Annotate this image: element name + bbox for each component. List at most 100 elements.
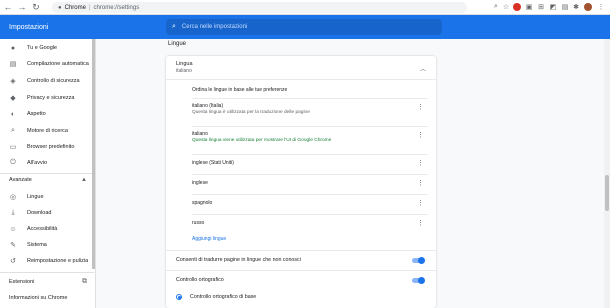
list-item: italiano Questa lingua viene utilizzata … [192, 126, 428, 148]
more-actions-icon[interactable]: ⋮ [417, 131, 424, 139]
translate-toggle[interactable] [412, 256, 425, 264]
sidebar-item-extensions[interactable]: Estensioni ⧉ [9, 278, 87, 286]
sidebar-item-label: Reimpostazione e pulizia [27, 258, 89, 264]
language-name: inglese [192, 180, 208, 186]
sidebar-item-reset[interactable]: ↺ Reimpostazione e pulizia [0, 254, 90, 268]
sidebar-item-search-engine[interactable]: ⌕ Motore di ricerca [0, 124, 90, 138]
menu-kebab-icon[interactable]: ⋮ [596, 2, 606, 12]
sidebar-item-label: Controllo di sicurezza [27, 78, 80, 84]
sidebar-item-privacy[interactable]: ◆ Privacy e sicurezza [0, 91, 90, 105]
more-actions-icon[interactable]: ⋮ [417, 219, 424, 227]
bookmark-star-icon[interactable]: ☆ [501, 2, 511, 12]
basic-spellcheck-label: Controllo ortografico di base [190, 294, 257, 300]
address-bar[interactable]: ● Chrome | chrome://settings [52, 2, 467, 13]
language-description: Questa lingua è utilizzata per la traduz… [192, 110, 310, 115]
radio-dot [177, 295, 181, 299]
more-actions-icon[interactable]: ⋮ [417, 103, 424, 111]
radio-button-selected[interactable] [176, 294, 182, 300]
external-link-icon: ⧉ [82, 278, 87, 285]
sidebar-item-on-startup[interactable]: ⏻ All'avvio [0, 156, 90, 170]
sidebar-item-accessibility[interactable]: ☺ Accessibilità [0, 222, 90, 236]
translate-label: Consenti di tradurre pagine in lingue ch… [176, 257, 301, 263]
spellcheck-setting-row: Controllo ortografico [166, 270, 436, 290]
sidebar-item-about[interactable]: Informazioni su Chrome [9, 295, 87, 301]
extension-icon-3[interactable]: ◩ [548, 2, 558, 12]
reload-icon[interactable]: ↻ [30, 1, 42, 13]
search-input[interactable]: Cerca nelle impostazioni [182, 24, 247, 30]
list-item: inglese (Stati Uniti) ⋮ [192, 154, 428, 174]
basic-spellcheck-row: Controllo ortografico di base [166, 294, 436, 306]
sidebar-item-you-and-google[interactable]: ● Tu e Google [0, 41, 90, 55]
list-item: spagnolo ⋮ [192, 194, 428, 214]
privacy-shield-icon: ◆ [10, 95, 16, 102]
chevron-up-icon[interactable]: ︿ [420, 64, 426, 73]
extensions-puzzle-icon[interactable]: ✱ [571, 2, 581, 12]
sidebar-advanced-toggle[interactable]: Avanzate ▲ [9, 177, 87, 183]
sidebar-divider [0, 173, 94, 174]
forward-icon[interactable]: → [16, 1, 28, 13]
scrollbar-thumb[interactable] [605, 175, 609, 211]
page-scrollbar[interactable] [604, 39, 610, 308]
extension-icon-2[interactable]: ⊞ [536, 2, 546, 12]
sidebar-item-label: Sistema [27, 242, 47, 248]
sidebar-item-label: Privacy e sicurezza [27, 95, 75, 101]
language-description: Questa lingua viene utilizzata per mostr… [192, 138, 332, 143]
settings-search[interactable]: ⌕ Cerca nelle impostazioni [166, 19, 442, 35]
list-item: inglese ⋮ [192, 174, 428, 194]
avatar[interactable] [583, 2, 593, 12]
tab-label: Chrome [64, 4, 86, 11]
spellcheck-toggle[interactable] [412, 276, 425, 284]
sidebar: ● Tu e Google ▤ Compilazione automatica … [0, 39, 96, 308]
toggle-knob [418, 276, 425, 284]
sidebar-item-label: All'avvio [27, 160, 48, 166]
more-actions-icon[interactable]: ⋮ [417, 179, 424, 187]
more-actions-icon[interactable]: ⋮ [417, 159, 424, 167]
browser-toolbar: ← → ↻ ● Chrome | chrome://settings ⌕ ☆ ▣… [0, 0, 610, 15]
sidebar-extensions-label: Estensioni [9, 279, 35, 285]
more-actions-icon[interactable]: ⋮ [417, 199, 424, 207]
add-languages-link[interactable]: Aggiungi lingue [192, 236, 226, 242]
sidebar-scrollbar[interactable] [92, 39, 95, 269]
sidebar-item-languages[interactable]: ◎ Lingue [0, 190, 90, 204]
person-icon: ● [10, 44, 16, 52]
basic-spellcheck-option[interactable]: Controllo ortografico di base [176, 294, 256, 300]
sidebar-item-system[interactable]: ✎ Sistema [0, 238, 90, 252]
site-info-icon[interactable]: ● [58, 5, 62, 11]
extension-icon-1[interactable]: ▣ [524, 2, 534, 12]
zoom-icon[interactable]: ⌕ [491, 2, 501, 12]
palette-icon: ◐ [10, 110, 16, 118]
power-icon: ⏻ [10, 159, 16, 166]
clipboard-icon: ▤ [9, 61, 17, 68]
sidebar-about-label: Informazioni su Chrome [9, 295, 68, 301]
back-icon[interactable]: ← [2, 1, 14, 13]
download-icon: ⤓ [11, 209, 15, 216]
sidebar-item-label: Download [27, 210, 52, 216]
language-expander[interactable]: Lingua italiano ︿ [166, 56, 436, 80]
sidebar-item-appearance[interactable]: ◐ Aspetto [0, 107, 90, 121]
section-title: Lingue [168, 41, 187, 47]
sidebar-item-label: Motore di ricerca [27, 128, 68, 134]
language-name: italiano [192, 131, 208, 137]
language-name: italiano (Italia) [192, 103, 224, 109]
sidebar-divider [0, 272, 94, 273]
reset-icon: ↺ [10, 258, 16, 265]
sidebar-item-default-browser[interactable]: ▭ Browser predefinito [0, 140, 90, 154]
translate-setting-row: Consenti di tradurre pagine in lingue ch… [166, 250, 436, 270]
sidebar-item-label: Accessibilità [27, 226, 58, 232]
shield-icon: ◈ [10, 78, 16, 85]
url-separator: | [88, 4, 91, 11]
url-text: chrome://settings [93, 4, 140, 11]
order-languages-label: Ordina le lingue in base alle tue prefer… [192, 87, 288, 93]
language-name: russo [192, 220, 205, 226]
extension-icon-4[interactable]: ▤ [560, 2, 570, 12]
list-item: russo ⋮ [192, 214, 428, 234]
sidebar-item-autofill[interactable]: ▤ Compilazione automatica [0, 57, 90, 71]
accessibility-icon: ☺ [9, 225, 17, 233]
sidebar-item-label: Aspetto [27, 111, 46, 117]
sidebar-item-safety-check[interactable]: ◈ Controllo di sicurezza [0, 74, 90, 88]
settings-header: Impostazioni ⌕ Cerca nelle impostazioni [0, 15, 610, 39]
sidebar-item-downloads[interactable]: ⤓ Download [0, 206, 90, 220]
search-icon: ⌕ [172, 23, 176, 30]
extension-red-icon[interactable] [512, 2, 522, 12]
wrench-icon: ✎ [10, 242, 16, 249]
